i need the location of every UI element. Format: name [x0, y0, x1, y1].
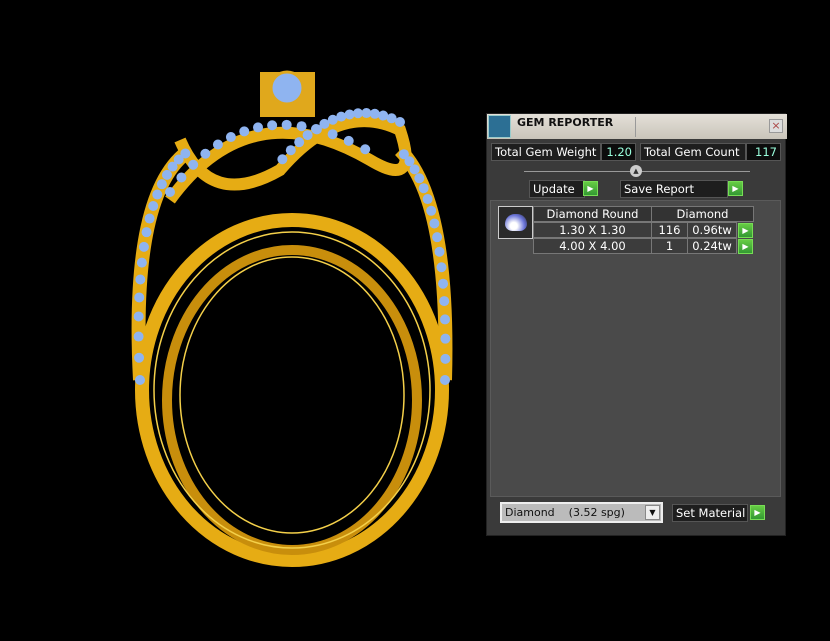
header-gem-shape: Diamond Round	[533, 206, 652, 222]
title-divider	[635, 117, 636, 137]
header-material: Diamond	[651, 206, 754, 222]
gem-size: 1.30 X 1.30	[533, 222, 652, 238]
gem-count: 116	[651, 222, 688, 238]
gem-size: 4.00 X 4.00	[533, 238, 652, 254]
gem-stone	[281, 119, 292, 130]
gem-stone	[134, 292, 145, 303]
gem-stone	[432, 232, 443, 243]
gem-stone	[188, 159, 199, 170]
gem-stone	[161, 169, 172, 180]
gem-stone	[239, 126, 250, 137]
gem-stone	[296, 121, 307, 132]
gem-stone	[343, 135, 354, 146]
gem-stone	[200, 148, 211, 159]
save-report-go-icon[interactable]: ▶	[728, 181, 743, 196]
save-report-button[interactable]: Save Report	[620, 180, 728, 198]
panel-title: GEM REPORTER	[517, 116, 614, 129]
gem-stone	[136, 257, 147, 268]
gem-stone	[135, 375, 145, 385]
gem-stone	[344, 109, 355, 120]
gem-stone	[285, 145, 296, 156]
gem-stone	[398, 149, 409, 160]
material-density: (3.52 spg)	[568, 506, 625, 519]
gem-stone	[434, 246, 445, 257]
gem-shape-icon	[498, 206, 533, 239]
chevron-down-icon[interactable]: ▼	[645, 505, 660, 520]
gem-stone	[176, 172, 187, 183]
gem-stone	[439, 296, 450, 307]
gem-stone	[225, 132, 236, 143]
total-gem-weight-value: 1.20	[601, 143, 636, 161]
gem-stone	[294, 137, 305, 148]
total-gem-count-value: 117	[746, 143, 781, 161]
update-button[interactable]: Update	[529, 180, 585, 198]
set-material-button[interactable]: Set Material	[672, 504, 748, 522]
gem-count: 1	[651, 238, 688, 254]
gem-stone	[135, 274, 146, 285]
gem-stone	[426, 205, 437, 216]
gem-stone	[311, 124, 322, 135]
gem-stone	[440, 314, 451, 325]
total-gem-count-label: Total Gem Count	[640, 143, 746, 161]
gem-stone	[267, 120, 278, 131]
gem-stone	[440, 353, 451, 364]
close-icon[interactable]: ×	[769, 119, 783, 133]
title-bar[interactable]: GEM REPORTER ×	[487, 114, 787, 139]
material-dropdown[interactable]: Diamond (3.52 spg) ▼	[500, 502, 663, 523]
gem-stone	[148, 201, 159, 211]
gem-stone	[133, 331, 144, 342]
gem-stone	[212, 139, 223, 150]
gem-weight: 0.24tw	[687, 238, 737, 254]
material-name: Diamond	[505, 506, 555, 519]
collapse-handle[interactable]: ▲	[630, 165, 642, 177]
gem-stone	[353, 108, 363, 119]
gem-stone	[180, 148, 191, 159]
gem-stone	[440, 333, 451, 344]
gem-stone	[134, 352, 145, 363]
gem-stone	[436, 262, 447, 273]
gem-stone	[165, 187, 175, 197]
gem-weight: 0.96tw	[687, 222, 737, 238]
gem-stone	[418, 183, 429, 194]
set-material-go-icon[interactable]: ▶	[750, 505, 765, 520]
gem-stone	[378, 110, 389, 121]
gem-stone	[440, 375, 450, 385]
gem-stone	[302, 130, 313, 141]
gem-stone	[438, 278, 449, 289]
gem-stone	[152, 189, 163, 200]
gem-reporter-icon	[488, 115, 511, 138]
row-go-icon[interactable]: ▶	[738, 223, 753, 238]
gem-stone	[144, 213, 155, 224]
gem-reporter-panel: GEM REPORTER × Total Gem Weight 1.20 Tot…	[486, 113, 787, 536]
gem-stone	[422, 194, 433, 205]
gem-stone	[133, 311, 144, 322]
row-go-icon[interactable]: ▶	[738, 239, 753, 254]
total-gem-weight-label: Total Gem Weight	[491, 143, 601, 161]
gem-list: Diamond Round Diamond 1.30 X 1.30 116 0.…	[490, 200, 781, 497]
gem-stone	[156, 179, 167, 190]
gem-stone	[277, 154, 288, 165]
gem-stone	[141, 227, 152, 238]
ring-3d-viewport[interactable]	[100, 50, 480, 610]
gem-stone	[253, 122, 264, 133]
gem-stone	[327, 129, 338, 140]
gem-stone	[429, 218, 440, 229]
gem-stone	[414, 173, 425, 184]
gem-stone	[138, 241, 149, 252]
update-go-icon[interactable]: ▶	[583, 181, 598, 196]
gem-stone	[360, 144, 371, 155]
